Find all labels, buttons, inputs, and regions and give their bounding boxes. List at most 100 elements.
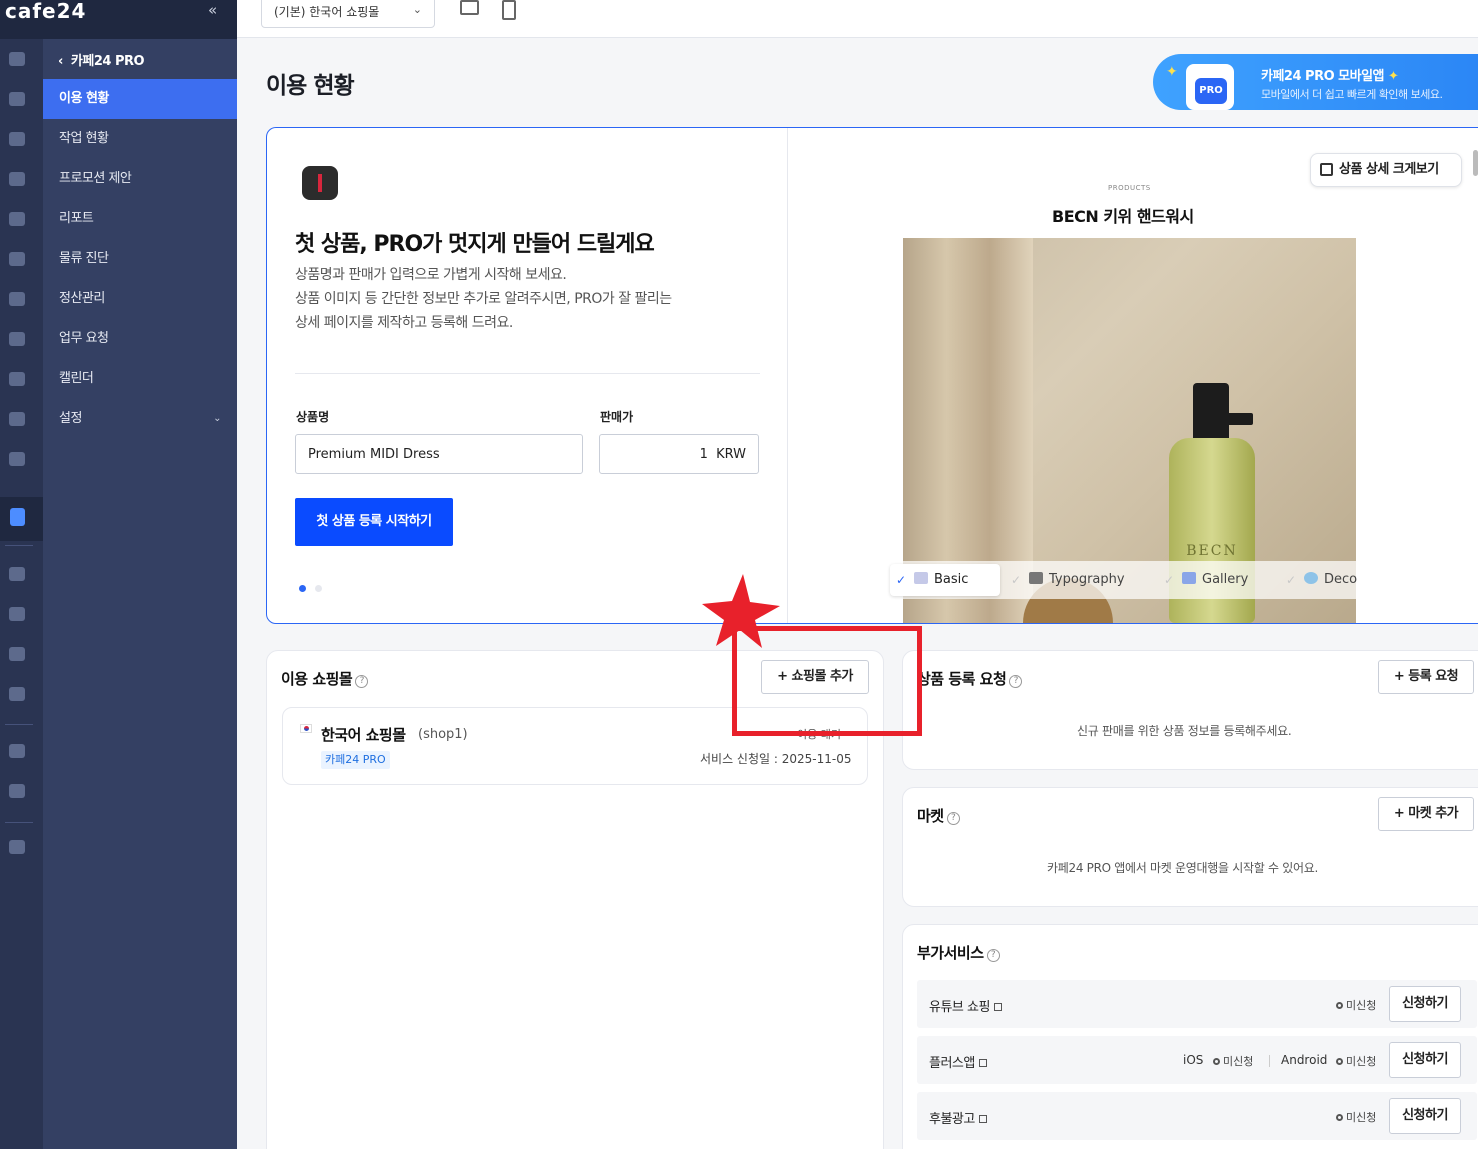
chevron-down-icon: ⌄ [412,3,422,16]
shop-apply-date: 서비스 신청일 : 2025-11-05 [700,752,852,766]
mobile-icon[interactable] [502,0,516,20]
megaphone-icon[interactable] [9,647,25,661]
product-request-title-label: 상품 등록 요청 [917,670,1007,688]
apply-postpaid-ads-button[interactable]: 신청하기 [1389,1098,1461,1134]
cart-icon[interactable] [9,92,25,106]
status-circle-icon [1336,1058,1343,1065]
gear-icon[interactable] [9,840,25,854]
tab-basic[interactable]: ✓ Basic [890,564,1000,596]
addon-card-title-label: 부가서비스 [917,944,984,962]
product-detail-zoom-button[interactable]: 상품 상세 크게보기 [1310,153,1462,187]
mail-icon[interactable] [9,332,25,346]
menu-item-work-status[interactable]: 작업 현황 [43,119,237,159]
menu-item-task-request[interactable]: 업무 요청 [43,319,237,359]
menu-item-promotion[interactable]: 프로모션 제안 [43,159,237,199]
carousel-dot[interactable] [315,585,322,592]
service-postpaid-ads-name[interactable]: 후불광고 [929,1108,987,1127]
apps-icon[interactable] [9,744,25,758]
video-icon[interactable] [9,567,25,581]
product-request-button[interactable]: + 등록 요청 [1378,660,1474,694]
desktop-icon[interactable] [460,0,479,15]
menu-item-settlement[interactable]: 정산관리 [43,279,237,319]
document-icon[interactable] [9,252,25,266]
ios-status-label: 미신청 [1223,1055,1254,1068]
shop-id: (shop1) [418,727,468,742]
korea-flag-icon [300,724,312,733]
pro-badge-icon[interactable] [10,508,25,526]
menu-item-settings-label: 설정 [59,411,82,426]
tab-deco-label: Deco [1324,572,1358,587]
product-name-input[interactable] [295,434,583,474]
menu-item-logistics[interactable]: 물류 진단 [43,239,237,279]
hero-divider-line [295,373,760,374]
check-icon: ✓ [1286,573,1297,587]
service-postpaid-ads-status: 미신청 [1336,1109,1376,1125]
service-postpaid-ads-status-label: 미신청 [1346,1111,1377,1124]
shirt-icon[interactable] [9,132,25,146]
help-icon[interactable]: ? [1009,675,1023,688]
menu-item-report[interactable]: 리포트 [43,199,237,239]
pro-app-badge: PRO [1195,78,1227,104]
addon-card-title: 부가서비스? [917,942,1000,963]
ios-label: iOS [1183,1053,1204,1067]
service-youtube-name[interactable]: 유튜브 쇼핑 [929,996,1002,1015]
tab-typography[interactable]: ✓ Typography [1005,564,1150,596]
tab-basic-label: Basic [934,572,969,587]
shop-add-icon[interactable] [9,687,25,701]
check-icon: ✓ [896,573,907,587]
help-icon[interactable]: ? [355,675,369,688]
service-plusapp-label: 플러스앱 [929,1056,975,1071]
user-icon[interactable] [9,172,25,186]
chat-icon[interactable] [9,212,25,226]
shop-select-value: (기본) 한국어 쇼핑몰 [274,5,380,19]
shops-card-title: 이용 쇼핑몰? [281,668,369,689]
menu-item-calendar[interactable]: 캘린더 [43,359,237,399]
submenu-title[interactable]: ‹ 카페24 PRO [58,50,145,69]
help-icon[interactable]: ? [946,812,960,825]
ios-status: 미신청 [1213,1053,1253,1069]
promo-title-text: 카페24 PRO 모바일앱 [1261,69,1385,84]
palette-icon[interactable] [9,292,25,306]
carousel-dot-active[interactable] [299,585,306,592]
add-market-button[interactable]: + 마켓 추가 [1378,797,1474,831]
help-icon[interactable]: ? [986,949,1000,962]
platform-divider [1269,1055,1270,1067]
sparkle-icon: ✦ [1166,64,1178,80]
shop-select[interactable]: (기본) 한국어 쇼핑몰 ⌄ [261,0,435,28]
product-request-message: 신규 판매를 위한 상품 정보를 등록해주세요. [1077,724,1292,738]
tab-gallery[interactable]: ✓ Gallery [1158,564,1273,596]
pump-nozzle-shape [1213,413,1253,425]
hero-title: 첫 상품, PRO가 멋지게 만들어 드릴게요 [295,232,655,257]
home-icon[interactable] [9,52,25,66]
tab-deco[interactable]: ✓ Deco [1280,564,1375,596]
collapse-sidebar-icon[interactable]: « [208,2,217,18]
deco-icon [1304,572,1318,584]
preview-product-title: BECN 키위 핸드워시 [1052,207,1194,226]
apply-youtube-button[interactable]: 신청하기 [1389,986,1461,1022]
suit-icon [302,166,338,200]
menu-item-usage[interactable]: 이용 현황 [43,79,237,119]
promo-subtitle: 모바일에서 더 쉽고 빠르게 확인해 보세요. [1261,88,1443,101]
external-link-icon [993,1003,1002,1011]
chart-icon[interactable] [9,372,25,386]
sparkle-icon: ✦ [1388,69,1399,84]
folder-icon[interactable] [9,784,25,798]
store-icon[interactable] [9,607,25,621]
apply-plusapp-button[interactable]: 신청하기 [1389,1042,1461,1078]
price-input[interactable] [599,434,759,474]
scrollbar-thumb[interactable] [1473,150,1478,176]
tab-typography-label: Typography [1049,572,1125,587]
excel-icon[interactable] [9,452,25,466]
menu-item-settings[interactable]: 설정 ⌄ [43,399,237,439]
report-icon[interactable] [9,412,25,426]
submenu-title-label: 카페24 PRO [70,54,145,69]
product-detail-zoom-label: 상품 상세 크게보기 [1339,162,1439,177]
external-link-icon [978,1059,987,1067]
cafe24-logo[interactable]: cafe24 [5,0,86,22]
android-status: 미신청 [1336,1053,1376,1069]
products-tag: PRODUCTS [1108,184,1151,192]
status-circle-icon [1336,1114,1343,1121]
service-plusapp-name[interactable]: 플러스앱 [929,1052,987,1071]
promo-title: 카페24 PRO 모바일앱 ✦ [1261,65,1399,84]
start-first-product-button[interactable]: 첫 상품 등록 시작하기 [295,498,453,546]
